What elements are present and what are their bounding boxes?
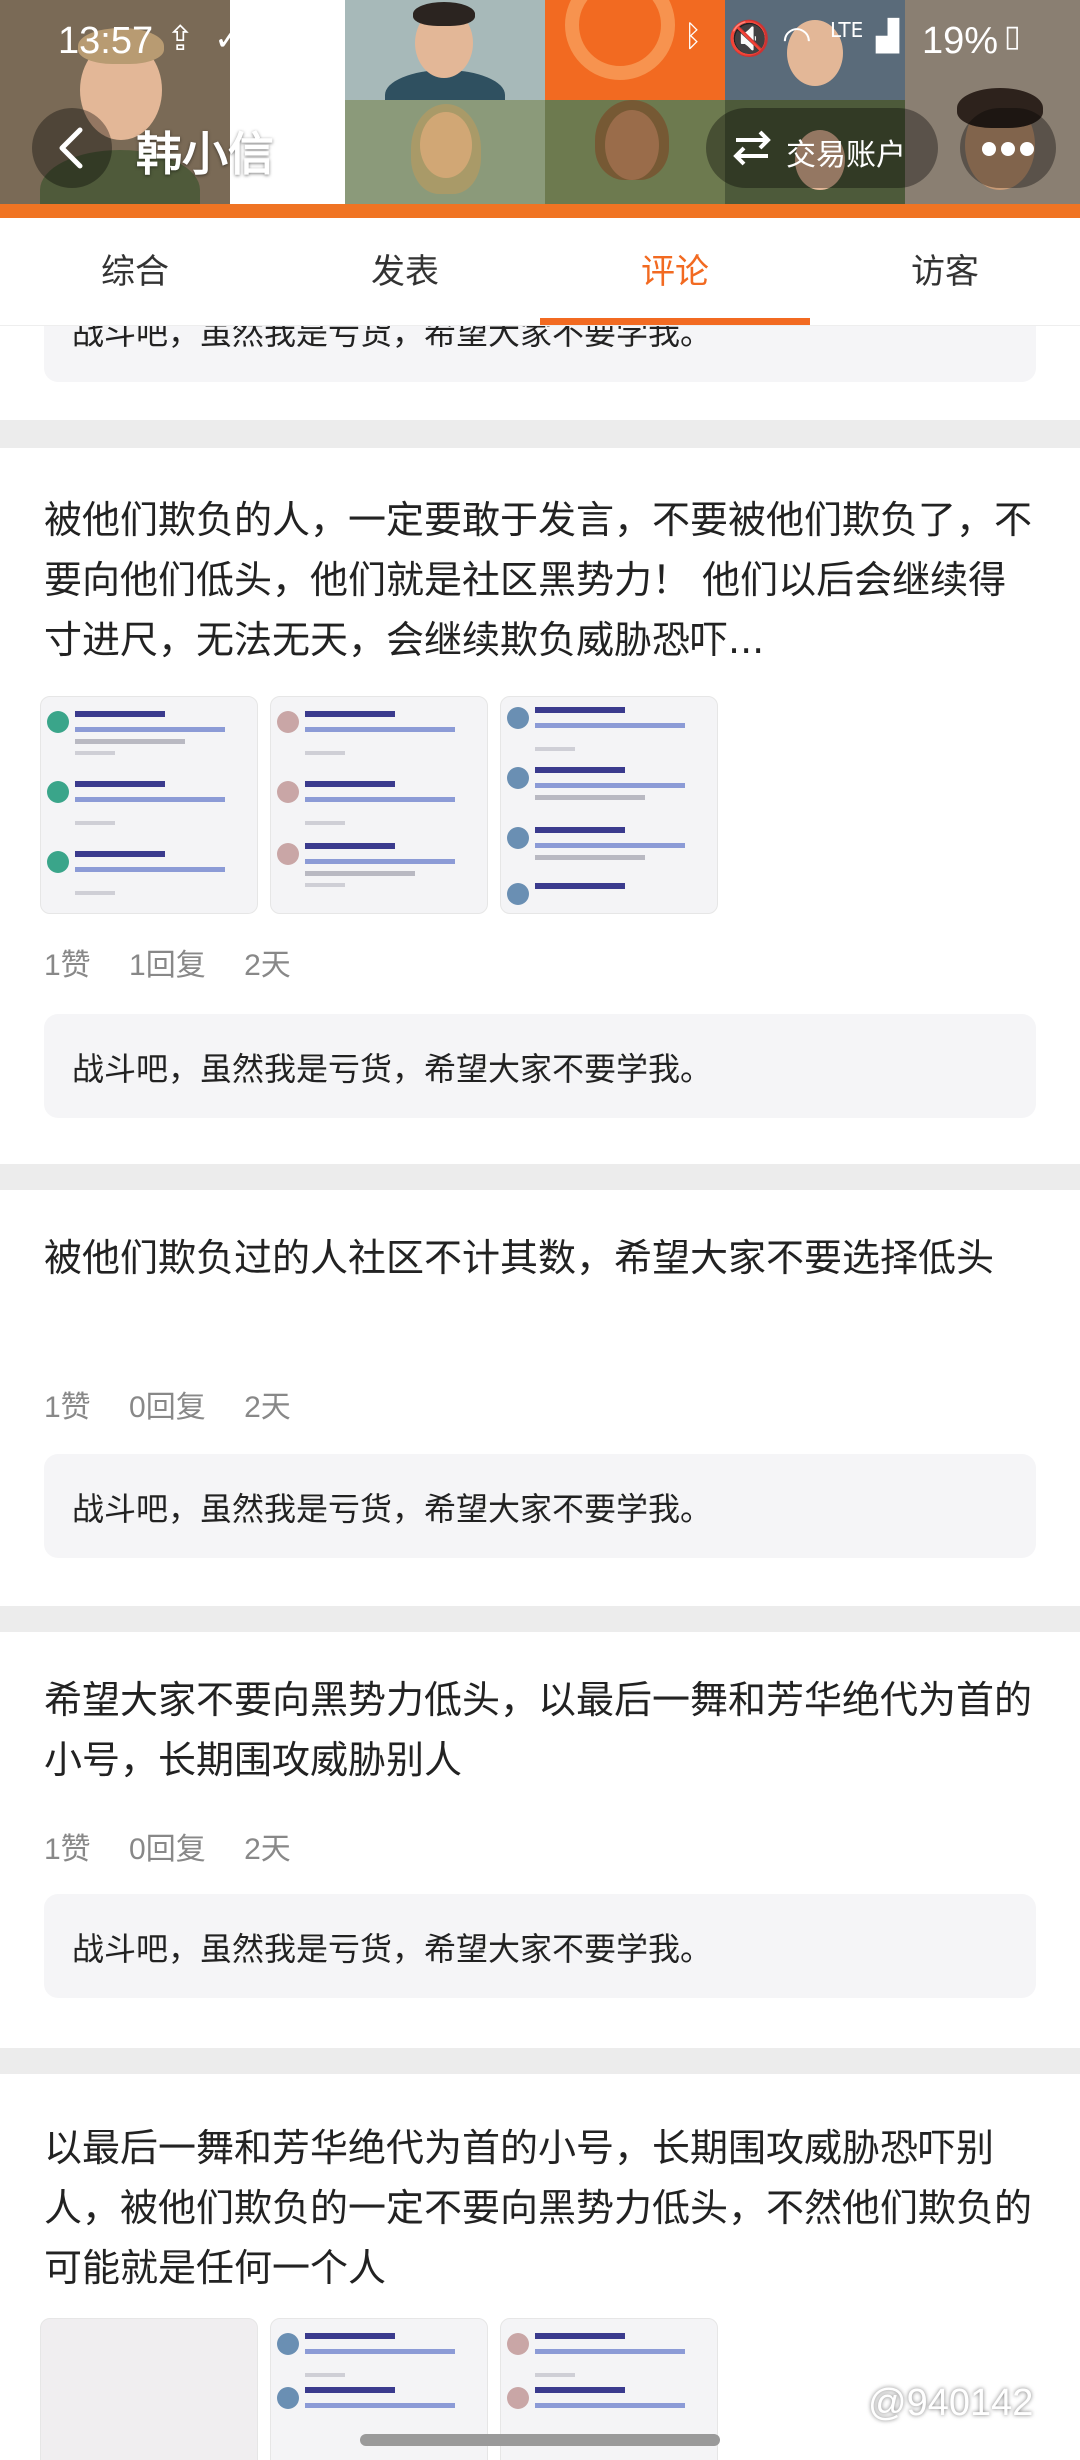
battery-icon: ▯	[1004, 19, 1021, 54]
tab-comments[interactable]: 评论	[540, 218, 810, 326]
comment-card[interactable]: 被他们欺负过的人社区不计其数，希望大家不要选择低头 1赞 0回复 2天 战斗吧，…	[0, 1190, 1080, 1606]
profile-tabs: 综合 发表 评论 访客	[0, 218, 1080, 326]
comment-time: 2天	[244, 1833, 291, 1866]
signal-icon: ▟	[876, 19, 900, 54]
comment-card[interactable]: 希望大家不要向黑势力低头，以最后一舞和芳华绝代为首的小号，长期围攻威胁别人 1赞…	[0, 1632, 1080, 2048]
active-tab-indicator	[540, 318, 810, 325]
check-icon: ✓	[214, 19, 243, 59]
more-button[interactable]	[960, 108, 1056, 188]
trade-account-label: 交易账户	[786, 138, 906, 173]
more-dot	[1001, 142, 1015, 156]
image-icon: ▣	[262, 19, 295, 59]
comment-text: 被他们欺负的人，一定要敢于发言，不要被他们欺负了，不要向他们低头，他们就是社区黑…	[44, 498, 1033, 662]
trade-account-button[interactable]: 交易账户	[706, 108, 938, 188]
wifi-icon: ◠	[782, 19, 812, 59]
reply-count[interactable]: 0回复	[129, 1833, 206, 1866]
comment-meta: 1赞 0回复 2天	[44, 1824, 321, 1868]
back-button[interactable]	[32, 108, 112, 188]
comment-text: 被他们欺负过的人社区不计其数，希望大家不要选择低头	[44, 1236, 995, 1280]
chevron-left-icon	[59, 127, 83, 169]
comment-time: 2天	[244, 949, 291, 982]
comment-text: 希望大家不要向黑势力低头，以最后一舞和芳华绝代为首的小号，长期围攻威胁别人	[44, 1678, 1033, 1782]
comment-card-partial: 战斗吧，虽然我是亏货，希望大家不要学我。	[0, 278, 1080, 420]
like-count[interactable]: 1赞	[44, 1391, 91, 1424]
bluetooth-icon: ᛒ	[684, 19, 702, 54]
more-dots-icon	[982, 142, 996, 156]
tab-overview[interactable]: 综合	[0, 218, 270, 326]
banner-photo-4	[345, 100, 545, 204]
image-thumbnail[interactable]	[500, 696, 718, 914]
reply-count[interactable]: 0回复	[129, 1391, 206, 1424]
mute-icon: 🔇	[728, 19, 771, 59]
battery-percent: 19%	[922, 20, 999, 62]
network-type: LTE	[830, 18, 864, 42]
reply-count[interactable]: 1回复	[129, 949, 206, 982]
upload-icon: ⇪	[166, 19, 195, 59]
comment-time: 2天	[244, 1391, 291, 1424]
banner-photo-6	[545, 100, 725, 204]
image-thumbnail[interactable]	[40, 696, 258, 914]
comment-images	[40, 696, 740, 914]
home-indicator[interactable]	[360, 2434, 720, 2446]
reply-text: 战斗吧，虽然我是亏货，希望大家不要学我。	[72, 1050, 713, 1088]
like-count[interactable]: 1赞	[44, 1833, 91, 1866]
watermark: @940142	[868, 2382, 1034, 2424]
swap-icon	[733, 130, 771, 166]
reply-box[interactable]: 战斗吧，虽然我是亏货，希望大家不要学我。	[44, 1014, 1036, 1118]
profile-user-name: 韩小信	[136, 127, 274, 181]
like-count[interactable]: 1赞	[44, 949, 91, 982]
reply-box[interactable]: 战斗吧，虽然我是亏货，希望大家不要学我。	[44, 1894, 1036, 1998]
reply-box[interactable]: 战斗吧，虽然我是亏货，希望大家不要学我。	[44, 1454, 1036, 1558]
comment-card[interactable]: 被他们欺负的人，一定要敢于发言，不要被他们欺负了，不要向他们低头，他们就是社区黑…	[0, 448, 1080, 1164]
status-bar: 13:57 ⇪ ✓ ▣ ᛒ 🔇 ◠ LTE ▟ 19% ▯	[0, 0, 1080, 86]
comment-meta: 1赞 1回复 2天	[44, 940, 321, 984]
banner-accent-strip	[0, 204, 1080, 218]
reply-text: 战斗吧，虽然我是亏货，希望大家不要学我。	[72, 1930, 713, 1968]
tab-posts[interactable]: 发表	[270, 218, 540, 326]
tab-visitors[interactable]: 访客	[810, 218, 1080, 326]
more-dot	[1020, 142, 1034, 156]
profile-banner: 13:57 ⇪ ✓ ▣ ᛒ 🔇 ◠ LTE ▟ 19% ▯ 韩小信 交易账户	[0, 0, 1080, 218]
image-thumbnail[interactable]	[40, 2318, 258, 2460]
comment-meta: 1赞 0回复 2天	[44, 1382, 321, 1426]
reply-text: 战斗吧，虽然我是亏货，希望大家不要学我。	[72, 1490, 713, 1528]
comment-text: 以最后一舞和芳华绝代为首的小号，长期围攻威胁恐吓别人，被他们欺负的一定不要向黑势…	[44, 2126, 1033, 2290]
status-time: 13:57	[58, 20, 154, 62]
image-thumbnail[interactable]	[270, 696, 488, 914]
